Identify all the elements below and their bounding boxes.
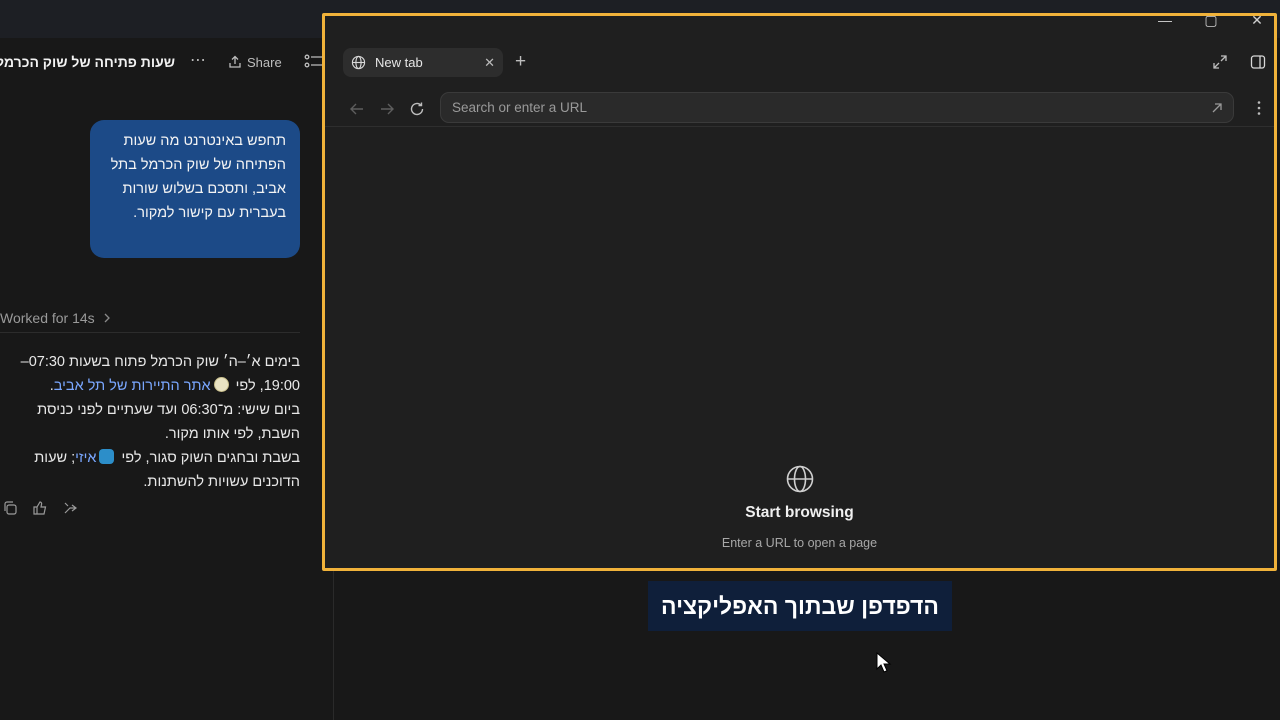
window-controls: — ▢ ✕ [1158,16,1264,29]
sidebar-toggle-icon[interactable] [1250,54,1266,70]
video-caption: הדפדפן שבתוך האפליקציה [648,581,952,631]
maximize-icon[interactable]: ▢ [1204,16,1218,29]
source-link-easy[interactable]: איזי [75,450,96,466]
kebab-menu-icon[interactable] [1256,100,1262,116]
worked-for-toggle[interactable]: Worked for 14s [0,310,111,326]
globe-icon [351,55,366,70]
answer-line-1: בימים א׳–ה׳ שוק הכרמל פתוח בשעות 07:30–1… [20,354,300,394]
browser-tab[interactable]: New tab ✕ [343,48,503,77]
forward-arrow-icon[interactable] [378,100,396,118]
easy-favicon-icon [99,449,115,464]
user-message-bubble: תחפש באינטרנט מה שעות הפתיחה של שוק הכרמ… [90,120,300,258]
minimize-icon[interactable]: — [1158,16,1172,29]
new-tab-button[interactable]: + [515,50,526,74]
divider [0,332,300,333]
mouse-cursor-icon [876,652,892,673]
empty-state-title: Start browsing [745,504,854,521]
in-app-browser: — ▢ ✕ New tab ✕ + Start browsing Enter [322,13,1277,571]
tel-aviv-favicon-icon [213,377,229,392]
copy-icon[interactable] [2,500,18,516]
share-button[interactable]: Share [228,52,282,72]
answer-line-2: ביום שישי: מ־06:30 ועד שעתיים לפני כניסת… [37,402,300,442]
expand-icon[interactable] [1212,54,1228,70]
fork-icon[interactable] [62,500,78,516]
source-link-tel-aviv[interactable]: אתר התיירות של תל אביב [54,378,211,394]
assistant-answer: בימים א׳–ה׳ שוק הכרמל פתוח בשעות 07:30–1… [0,350,300,494]
tab-label: New tab [375,55,423,70]
empty-state-subtitle: Enter a URL to open a page [721,536,878,550]
toolbar-divider [325,126,1274,127]
feedback-icon[interactable] [32,500,48,516]
close-window-icon[interactable]: ✕ [1250,16,1264,29]
chevron-right-icon [104,313,110,323]
task-list-icon[interactable] [304,53,322,69]
chat-title: שעות פתיחה של שוק הכרמל [0,54,175,70]
share-icon [229,55,241,68]
globe-icon [786,465,813,493]
address-bar[interactable] [440,92,1234,123]
worked-label: Worked for 14s [0,310,95,326]
navigation-bar [325,92,1274,126]
share-label: Share [247,54,282,70]
chat-pane: שעות פתיחה של שוק הכרמל ⋯ Share תחפש באי… [0,38,334,720]
reload-icon[interactable] [408,100,426,118]
back-arrow-icon[interactable] [348,100,366,118]
empty-state: Start browsing Enter a URL to open a pag… [325,464,1274,550]
go-arrow-icon[interactable] [1210,101,1224,115]
url-input[interactable] [450,99,1210,116]
answer-line-3: בשבת ובחגים השוק סגור, לפי איזי; שעות הד… [34,449,300,490]
more-options-icon[interactable]: ⋯ [188,50,208,72]
message-actions [2,500,78,516]
tab-close-icon[interactable]: ✕ [484,55,495,71]
